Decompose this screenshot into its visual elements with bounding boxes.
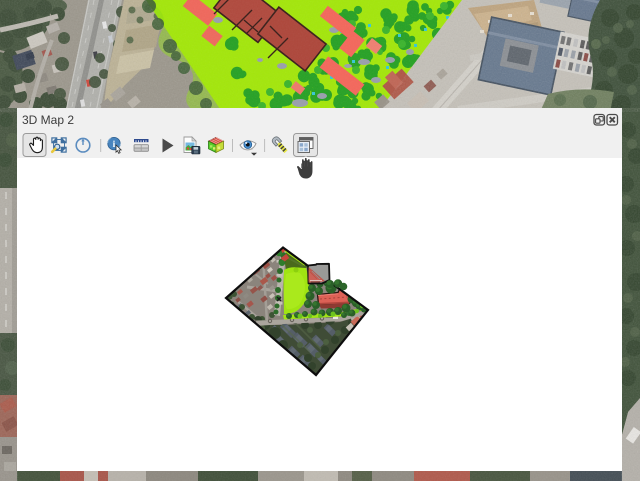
svg-text:i: i <box>113 140 116 150</box>
